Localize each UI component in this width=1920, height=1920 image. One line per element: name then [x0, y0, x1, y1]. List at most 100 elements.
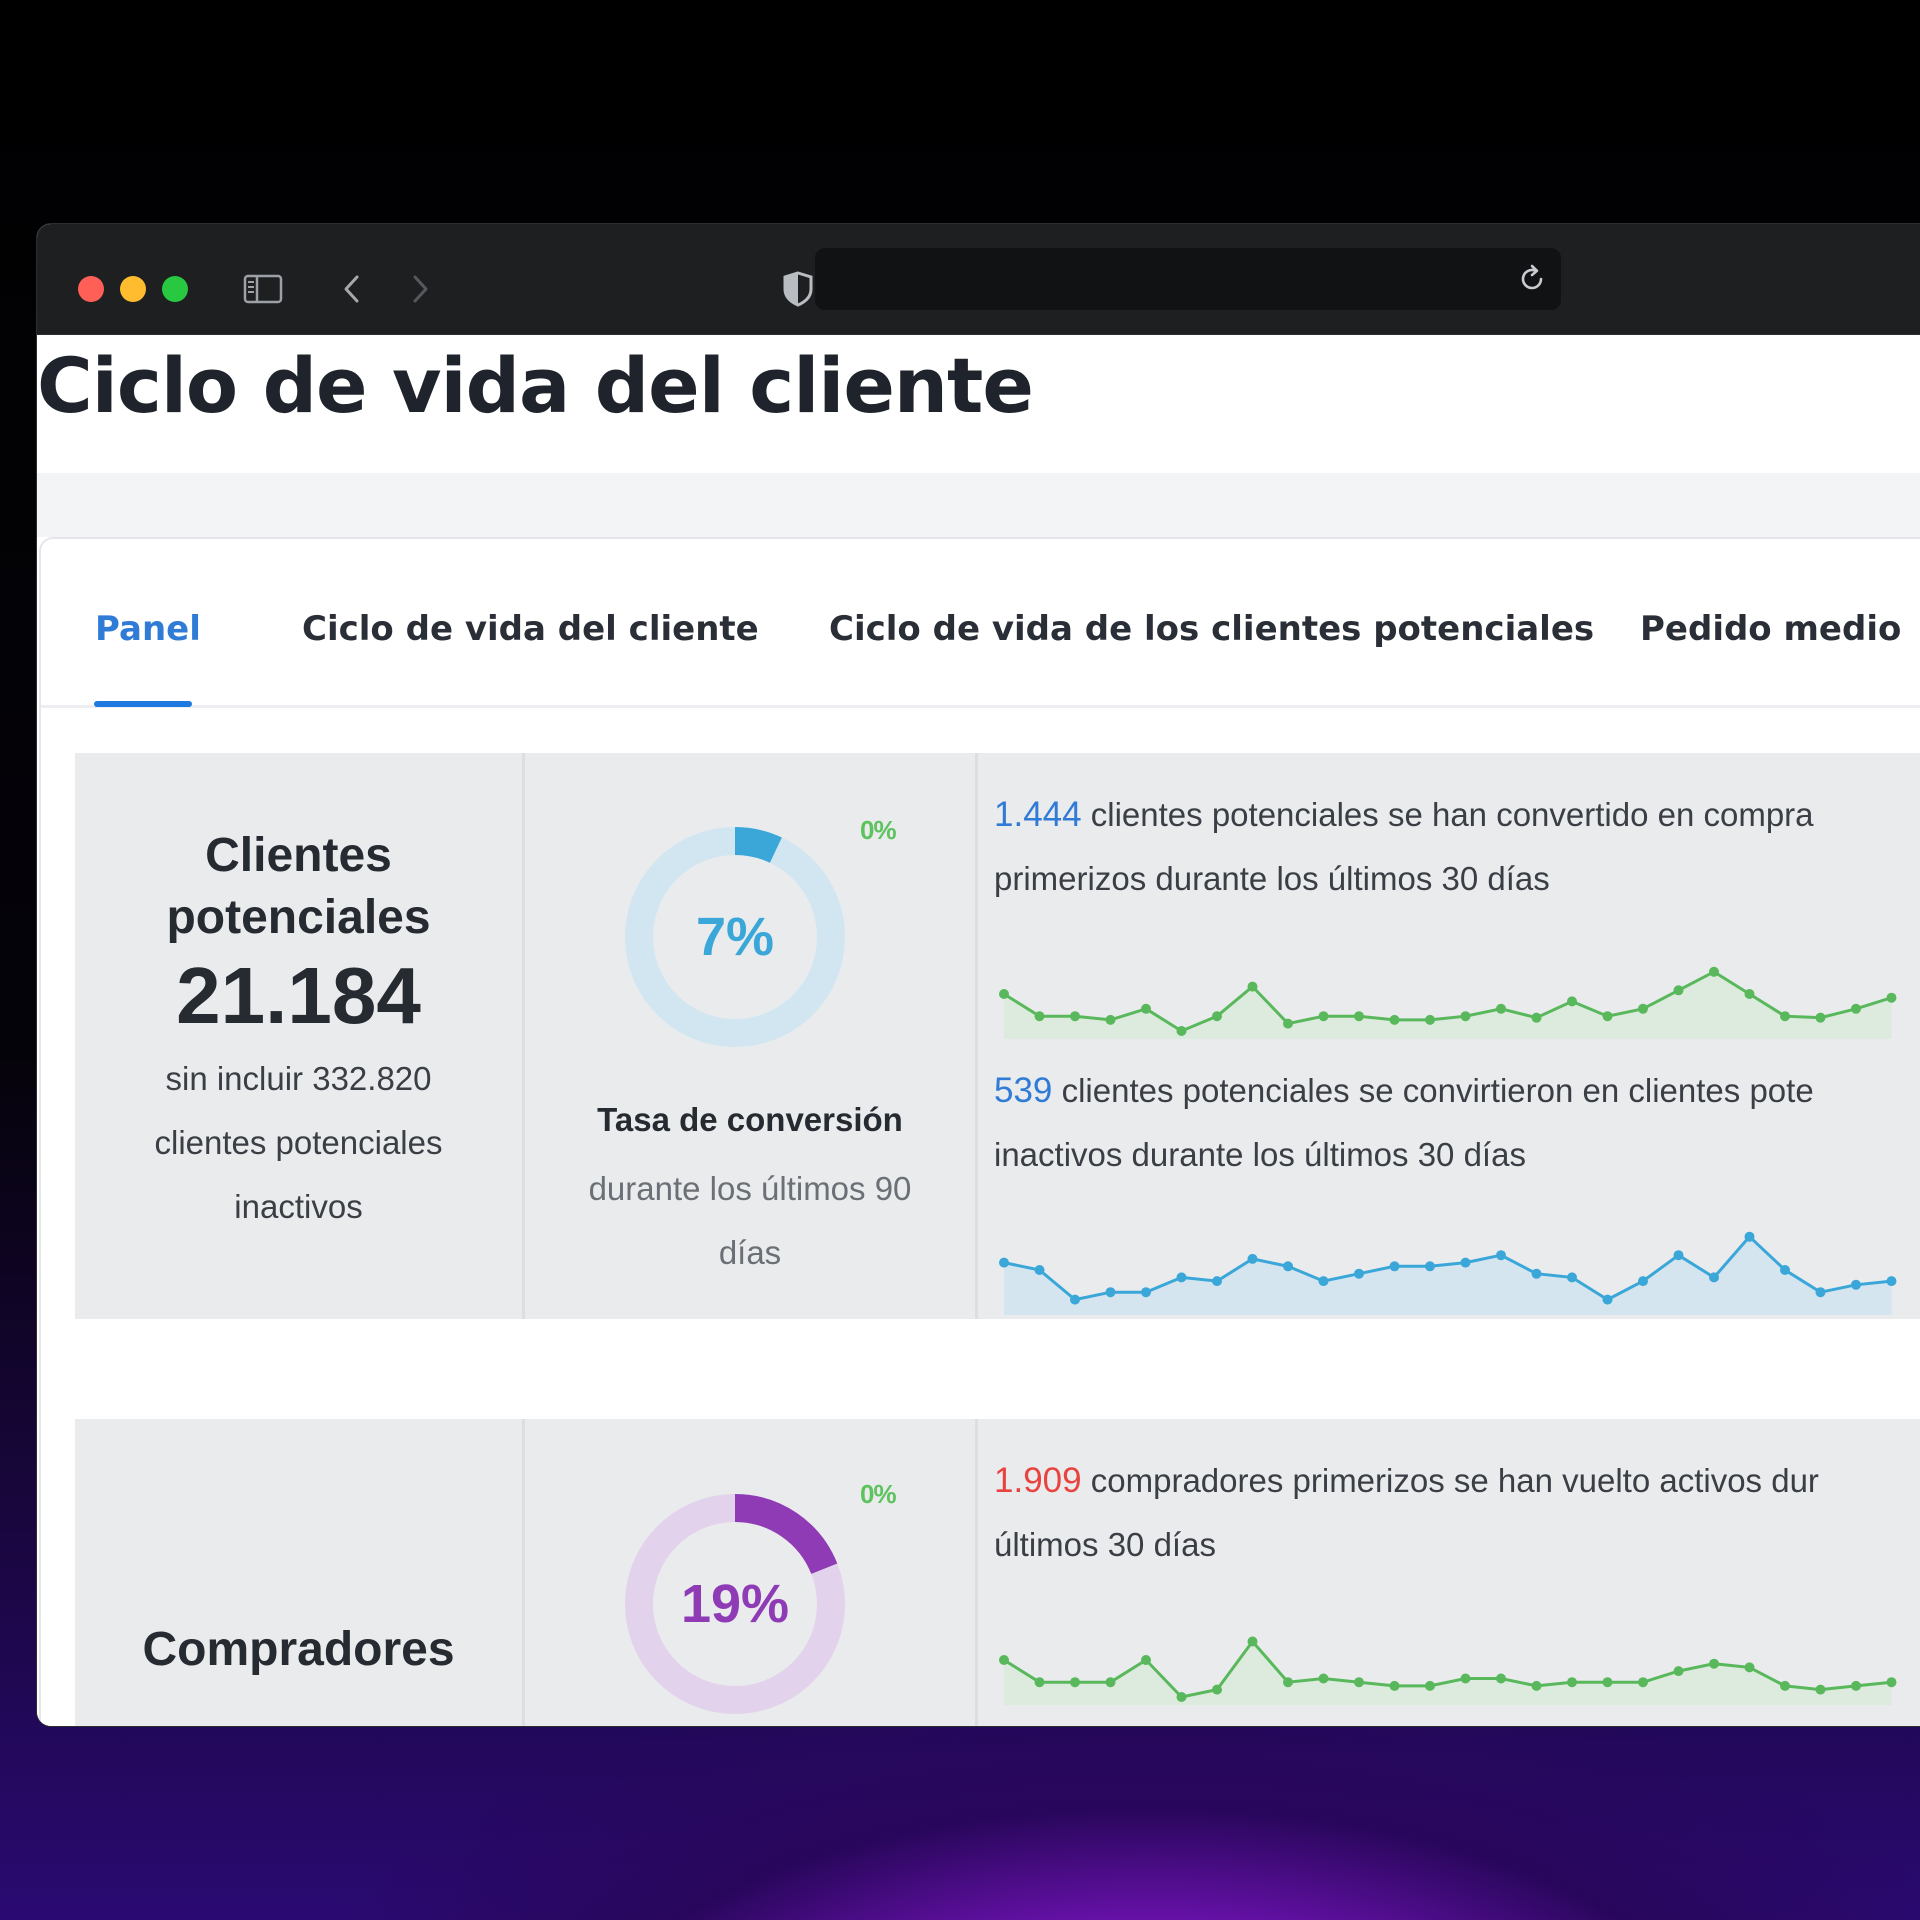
donut-percent-label: 19% — [681, 1574, 789, 1634]
leads-sub-line1: sin incluir 332.820 — [165, 1060, 432, 1097]
stat-text-line2: inactivos durante los últimos 30 días — [994, 1136, 1526, 1173]
leads-label-line1: Clientes — [205, 829, 392, 882]
sparkline-point — [1531, 1012, 1542, 1023]
sparkline-point — [1283, 1677, 1293, 1688]
buyers-conversion-delta: 0% — [860, 1479, 897, 1509]
leads-sub-line3: inactivos — [234, 1188, 363, 1225]
sparkline-point — [1886, 1677, 1897, 1688]
sparkline-point — [1283, 1018, 1293, 1029]
sparkline-point — [1815, 1287, 1826, 1298]
sparkline-point — [1780, 1680, 1790, 1691]
sparkline-point — [1070, 1677, 1080, 1688]
sparkline-converted-leads — [999, 966, 1897, 1039]
sparkline-point — [1247, 1636, 1258, 1647]
header-band — [37, 473, 1920, 537]
tab-panel[interactable]: Panel — [95, 609, 201, 649]
sparkline-point — [1886, 992, 1897, 1003]
sparkline-point — [1851, 1680, 1861, 1691]
dashboard-card: Panel Ciclo de vida del cliente Ciclo de… — [39, 537, 1920, 1726]
sparkline-point — [1283, 1261, 1293, 1272]
sparkline-point — [1673, 1666, 1684, 1677]
sidebar-toggle-icon[interactable] — [238, 264, 288, 314]
sparkline-point — [1389, 1680, 1400, 1691]
sparkline-point — [1389, 1014, 1400, 1025]
buyers-stats: 1.909 compradores primerizos se han vuel… — [994, 1419, 1920, 1726]
sparkline-point — [1176, 1026, 1187, 1036]
sparkline-point — [1460, 1257, 1471, 1268]
sparkline-point — [1212, 1011, 1222, 1022]
sparkline-point — [1141, 1655, 1151, 1665]
conversion-delta: 0% — [860, 815, 897, 845]
sparkline-point — [1105, 1014, 1116, 1025]
sparkline-point — [1425, 1261, 1435, 1272]
sparkline-point — [1851, 1003, 1861, 1014]
leads-sub-line2: clientes potenciales — [154, 1124, 443, 1161]
sparkline-point — [1176, 1692, 1187, 1702]
sparkline-point — [999, 1655, 1009, 1665]
sparkline-point — [1460, 1673, 1471, 1684]
address-bar[interactable] — [815, 248, 1561, 310]
sparkline-inactive-leads — [999, 1231, 1897, 1315]
conversion-subtitle-line1: durante los últimos 90 — [588, 1170, 912, 1207]
sparkline-point — [1496, 1673, 1506, 1684]
sparkline-point — [1105, 1287, 1116, 1298]
buyers-conversion: 19% 0% — [525, 1419, 975, 1726]
sparkline-point — [1425, 1014, 1435, 1025]
stat-text-line1: clientes potenciales se han convertido e… — [1081, 796, 1814, 833]
sparkline-area — [1004, 1236, 1892, 1315]
stat-number: 1.444 — [994, 795, 1082, 834]
sparkline-point — [1638, 1677, 1648, 1688]
sparkline-point — [1212, 1684, 1222, 1695]
sparkline-point — [1744, 1662, 1755, 1673]
close-window-button[interactable] — [78, 276, 104, 302]
page-content: Ciclo de vida del cliente Panel Ciclo de… — [37, 335, 1920, 1726]
sparkline-point — [1638, 1003, 1648, 1014]
sparkline-point — [1531, 1268, 1542, 1279]
column-divider — [975, 753, 978, 1319]
sparkline-point — [1709, 966, 1719, 977]
sparkline-point — [1318, 1673, 1329, 1684]
tab-bar: Panel Ciclo de vida del cliente Ciclo de… — [41, 539, 1920, 708]
sparkline-point — [1886, 1276, 1897, 1287]
zoom-window-button[interactable] — [162, 276, 188, 302]
sparkline-point — [1141, 1287, 1151, 1298]
leads-conversion: 7% 0% Tasa de conversión durante los últ… — [525, 753, 975, 1319]
buyers-label: Compradores — [142, 1623, 455, 1676]
sparkline-point — [1567, 996, 1577, 1007]
sparkline-point — [1389, 1261, 1400, 1272]
sparkline-point — [1815, 1684, 1826, 1695]
minimize-window-button[interactable] — [120, 276, 146, 302]
sparkline-point — [1567, 1677, 1577, 1688]
tab-lead-lifecycle[interactable]: Ciclo de vida de los clientes potenciale… — [829, 609, 1594, 649]
sparkline-point — [1141, 1003, 1151, 1014]
back-arrow-icon[interactable] — [327, 264, 377, 314]
sparkline-point — [1744, 1231, 1755, 1242]
page-title: Ciclo de vida del cliente — [37, 341, 1034, 430]
sparkline-point — [1673, 985, 1684, 996]
sparkline-active-buyers — [999, 1636, 1897, 1705]
sparkline-point — [1070, 1011, 1080, 1022]
forward-arrow-icon[interactable] — [395, 264, 445, 314]
sparkline-point — [1318, 1011, 1329, 1022]
tab-customer-lifecycle[interactable]: Ciclo de vida del cliente — [302, 609, 759, 649]
sparkline-point — [1425, 1680, 1435, 1691]
sparkline-point — [1034, 1265, 1045, 1275]
sparkline-point — [999, 989, 1009, 999]
conversion-title: Tasa de conversión — [597, 1101, 903, 1138]
leads-total: 21.184 — [176, 951, 421, 1040]
tab-average-order[interactable]: Pedido medio — [1640, 609, 1901, 649]
stat-text-line2: primerizos durante los últimos 30 días — [994, 860, 1550, 897]
sparkline-point — [1744, 989, 1755, 999]
stat-active-buyers: 1.909 compradores primerizos se han vuel… — [994, 1449, 1920, 1577]
sparkline-point — [1247, 981, 1258, 992]
sparkline-point — [1070, 1294, 1080, 1305]
column-divider — [975, 1419, 978, 1726]
stat-inactive-leads: 539 clientes potenciales se convirtieron… — [994, 1059, 1920, 1187]
sparkline-point — [1709, 1658, 1719, 1669]
leads-stats: 1.444 clientes potenciales se han conver… — [994, 753, 1920, 1319]
sparkline-point — [1638, 1276, 1648, 1287]
sparkline-point — [1815, 1012, 1826, 1023]
sparkline-point — [1460, 1011, 1471, 1022]
reload-icon[interactable] — [1515, 262, 1549, 296]
conversion-subtitle: durante los últimos 90 días — [555, 1157, 945, 1285]
